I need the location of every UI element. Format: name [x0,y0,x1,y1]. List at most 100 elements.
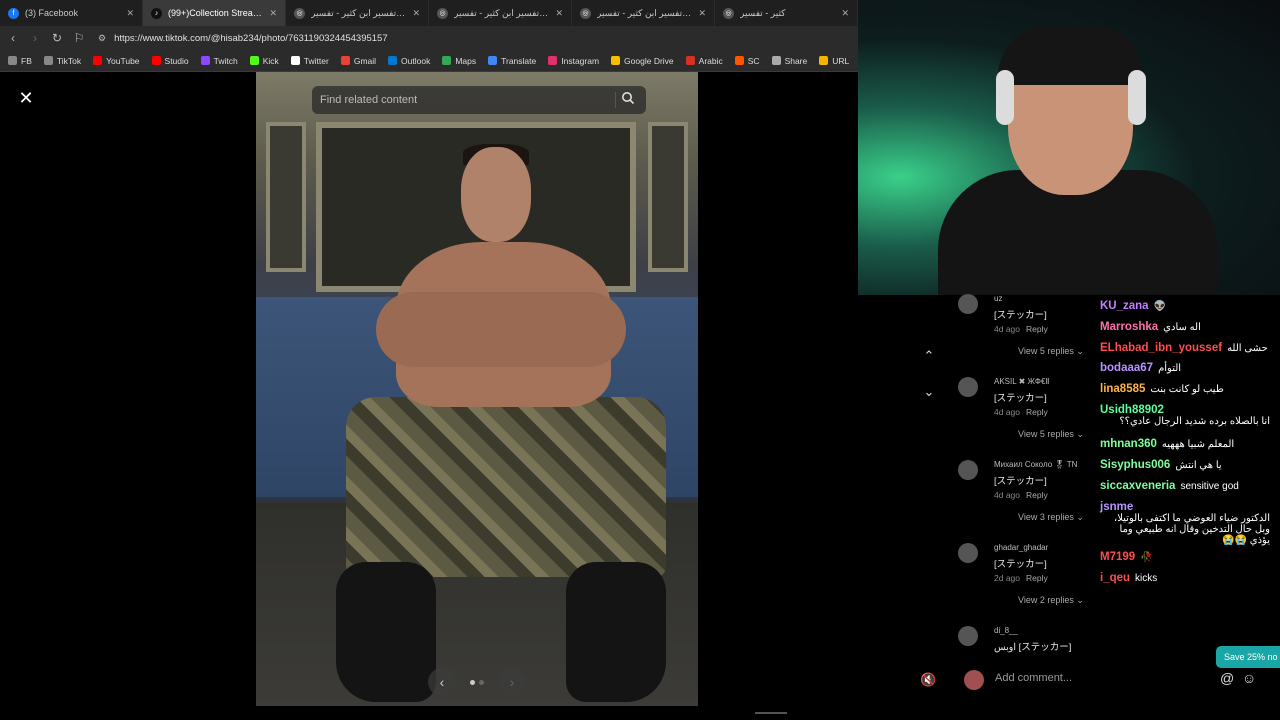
bookmark-share[interactable]: Share [771,56,807,66]
chat-username[interactable]: siccaxveneria [1100,480,1175,492]
chat-username[interactable]: lina8585 [1100,383,1145,395]
chat-username[interactable]: Usidh88902 [1100,404,1164,416]
bookmark-label: Twitter [303,55,329,66]
bookmark-gmail[interactable]: Gmail [340,56,376,66]
bookmark-fb[interactable]: FB [8,56,32,66]
carousel-dot[interactable] [479,680,484,685]
view-replies-button[interactable]: View 5 replies ⌄ [1018,429,1084,440]
add-comment-input[interactable]: Add comment... [995,672,1072,684]
related-search-input[interactable]: Find related content [312,86,646,114]
tab-favicon-icon: ◎ [580,7,591,19]
comment-username[interactable]: di_8__ [994,626,1018,635]
tab-close-icon[interactable]: ✕ [555,8,563,19]
chat-text: طيب لو كانت بنت [1150,384,1224,395]
avatar[interactable] [958,294,978,314]
tab[interactable]: ◎ القرآن الكريم - تفسير ابن كثير - تفسير ✕ [572,0,715,26]
chat-username[interactable]: i_qeu [1100,572,1130,584]
bookmark-outlook[interactable]: Outlook [388,56,430,66]
folder-icon [8,56,17,65]
avatar[interactable] [958,377,978,397]
chat-username[interactable]: ELhabad_ibn_youssef [1100,342,1222,354]
chat-message: M7199 🥀 [1100,551,1153,563]
avatar[interactable] [958,626,978,646]
bookmark-kick[interactable]: Kick [249,56,279,66]
chat-username[interactable]: bodaaa67 [1100,362,1153,374]
mute-icon[interactable]: 🔇 [920,672,936,688]
view-replies-label: View 2 replies [1018,595,1074,605]
chevron-down-icon[interactable]: ⌄ [920,384,938,402]
bookmark-tiktok[interactable]: TikTok [43,55,82,66]
bookmark-sc[interactable]: SC [734,56,760,66]
site-info-icon[interactable]: ⚙ [98,33,106,44]
bookmark-twitter[interactable]: Twitter [290,55,329,66]
chat-message: i_qeu kicks [1100,572,1157,584]
drive-icon [611,56,621,65]
view-replies-button[interactable]: View 5 replies ⌄ [1018,346,1084,357]
chat-message: Sisyphus006 يا هي انتش [1100,459,1222,471]
url-icon [819,56,829,65]
comment-username[interactable]: Михаил Соколо 🎖 TN [994,460,1077,469]
view-replies-button[interactable]: View 3 replies ⌄ [1018,512,1084,523]
carousel-dots [470,680,484,685]
bookmark-twitch[interactable]: Twitch [200,56,238,66]
comment-age: 4d ago [994,324,1020,334]
reply-button[interactable]: Reply [1026,490,1048,500]
chevron-left-icon[interactable]: ‹ [428,668,456,696]
chat-username[interactable]: M7199 [1100,551,1135,563]
bookmark-instagram[interactable]: Instagram [548,56,599,66]
reply-button[interactable]: Reply [1026,407,1048,417]
comment-username[interactable]: uz [994,294,1002,303]
back-icon[interactable]: ‹ [4,31,22,45]
tab-close-icon[interactable]: ✕ [412,8,420,19]
comment-username[interactable]: AKSIL ✖ ЖФ€Ⅱ [994,377,1049,386]
bookmark-arabic[interactable]: Arabic [685,55,723,66]
address-bar: ‹ › ↻ ⚐ ⚙ https://www.tiktok.com/@hisab2… [0,26,858,50]
reload-icon[interactable]: ↻ [48,31,66,45]
chevron-down-icon: ⌄ [1076,346,1084,356]
chat-username[interactable]: KU_zana [1100,300,1149,312]
bookmark-studio[interactable]: Studio [151,56,189,66]
promo-badge[interactable]: Save 25% no [1216,646,1280,668]
tab-close-icon[interactable]: ✕ [698,8,706,19]
chat-message: KU_zana 👽 [1100,300,1166,312]
tab-close-icon[interactable]: ✕ [126,8,134,19]
forward-icon[interactable]: › [26,31,44,45]
bookmark-youtube[interactable]: YouTube [93,56,140,66]
comment-text: اوبس [ステッカー] [994,642,1072,653]
bookmark-google-drive[interactable]: Google Drive [611,56,674,66]
youtube-studio-icon [151,56,161,65]
reply-button[interactable]: Reply [1026,324,1048,334]
chevron-right-icon[interactable]: › [498,668,526,696]
bookmark-maps[interactable]: Maps [442,56,476,66]
tab[interactable]: ◎ القرآن الكريم - تفسير ابن كثير - تفسير ✕ [429,0,572,26]
chat-username[interactable]: Sisyphus006 [1100,459,1170,471]
tab-close-icon[interactable]: ✕ [269,8,277,19]
comment-username[interactable]: ghadar_ghadar [994,543,1048,552]
tab-close-icon[interactable]: ✕ [841,8,849,19]
tab[interactable]: ◎ القرآن الكريم - تفسير ابن كثير - تفسير ✕ [286,0,429,26]
tab[interactable]: ♪ (99+)Collection Stream posts ✕ [143,0,286,26]
avatar[interactable] [958,460,978,480]
carousel-dot[interactable] [470,680,475,685]
tab[interactable]: ◎ كثير - تفسير ✕ [715,0,858,26]
chat-username[interactable]: Marroshka [1100,321,1158,333]
reply-button[interactable]: Reply [1026,573,1048,583]
view-replies-button[interactable]: View 2 replies ⌄ [1018,595,1084,606]
chevron-up-icon[interactable]: ⌃ [920,348,938,366]
tab[interactable]: f (3) Facebook ✕ [0,0,143,26]
bookmark-label: TikTok [56,55,82,66]
chat-message: bodaaa67 التوأم [1100,362,1181,374]
url-field[interactable]: ⚙ https://www.tiktok.com/@hisab234/photo… [98,33,388,44]
bookmark-url[interactable]: URL [819,56,849,66]
search-icon[interactable] [620,91,636,107]
close-icon[interactable]: ✕ [16,88,36,108]
bookmark-label: Arabic [698,55,723,66]
chat-username[interactable]: mhnan360 [1100,438,1157,450]
emoji-icon[interactable]: ☺ [1242,670,1256,686]
bookmark-icon[interactable]: ⚐ [70,31,88,45]
chat-username[interactable]: jsnme [1100,501,1133,513]
mention-icon[interactable]: @ [1220,670,1234,686]
tab-favicon-icon: ◎ [437,7,448,19]
avatar[interactable] [958,543,978,563]
bookmark-translate[interactable]: Translate [488,56,536,66]
